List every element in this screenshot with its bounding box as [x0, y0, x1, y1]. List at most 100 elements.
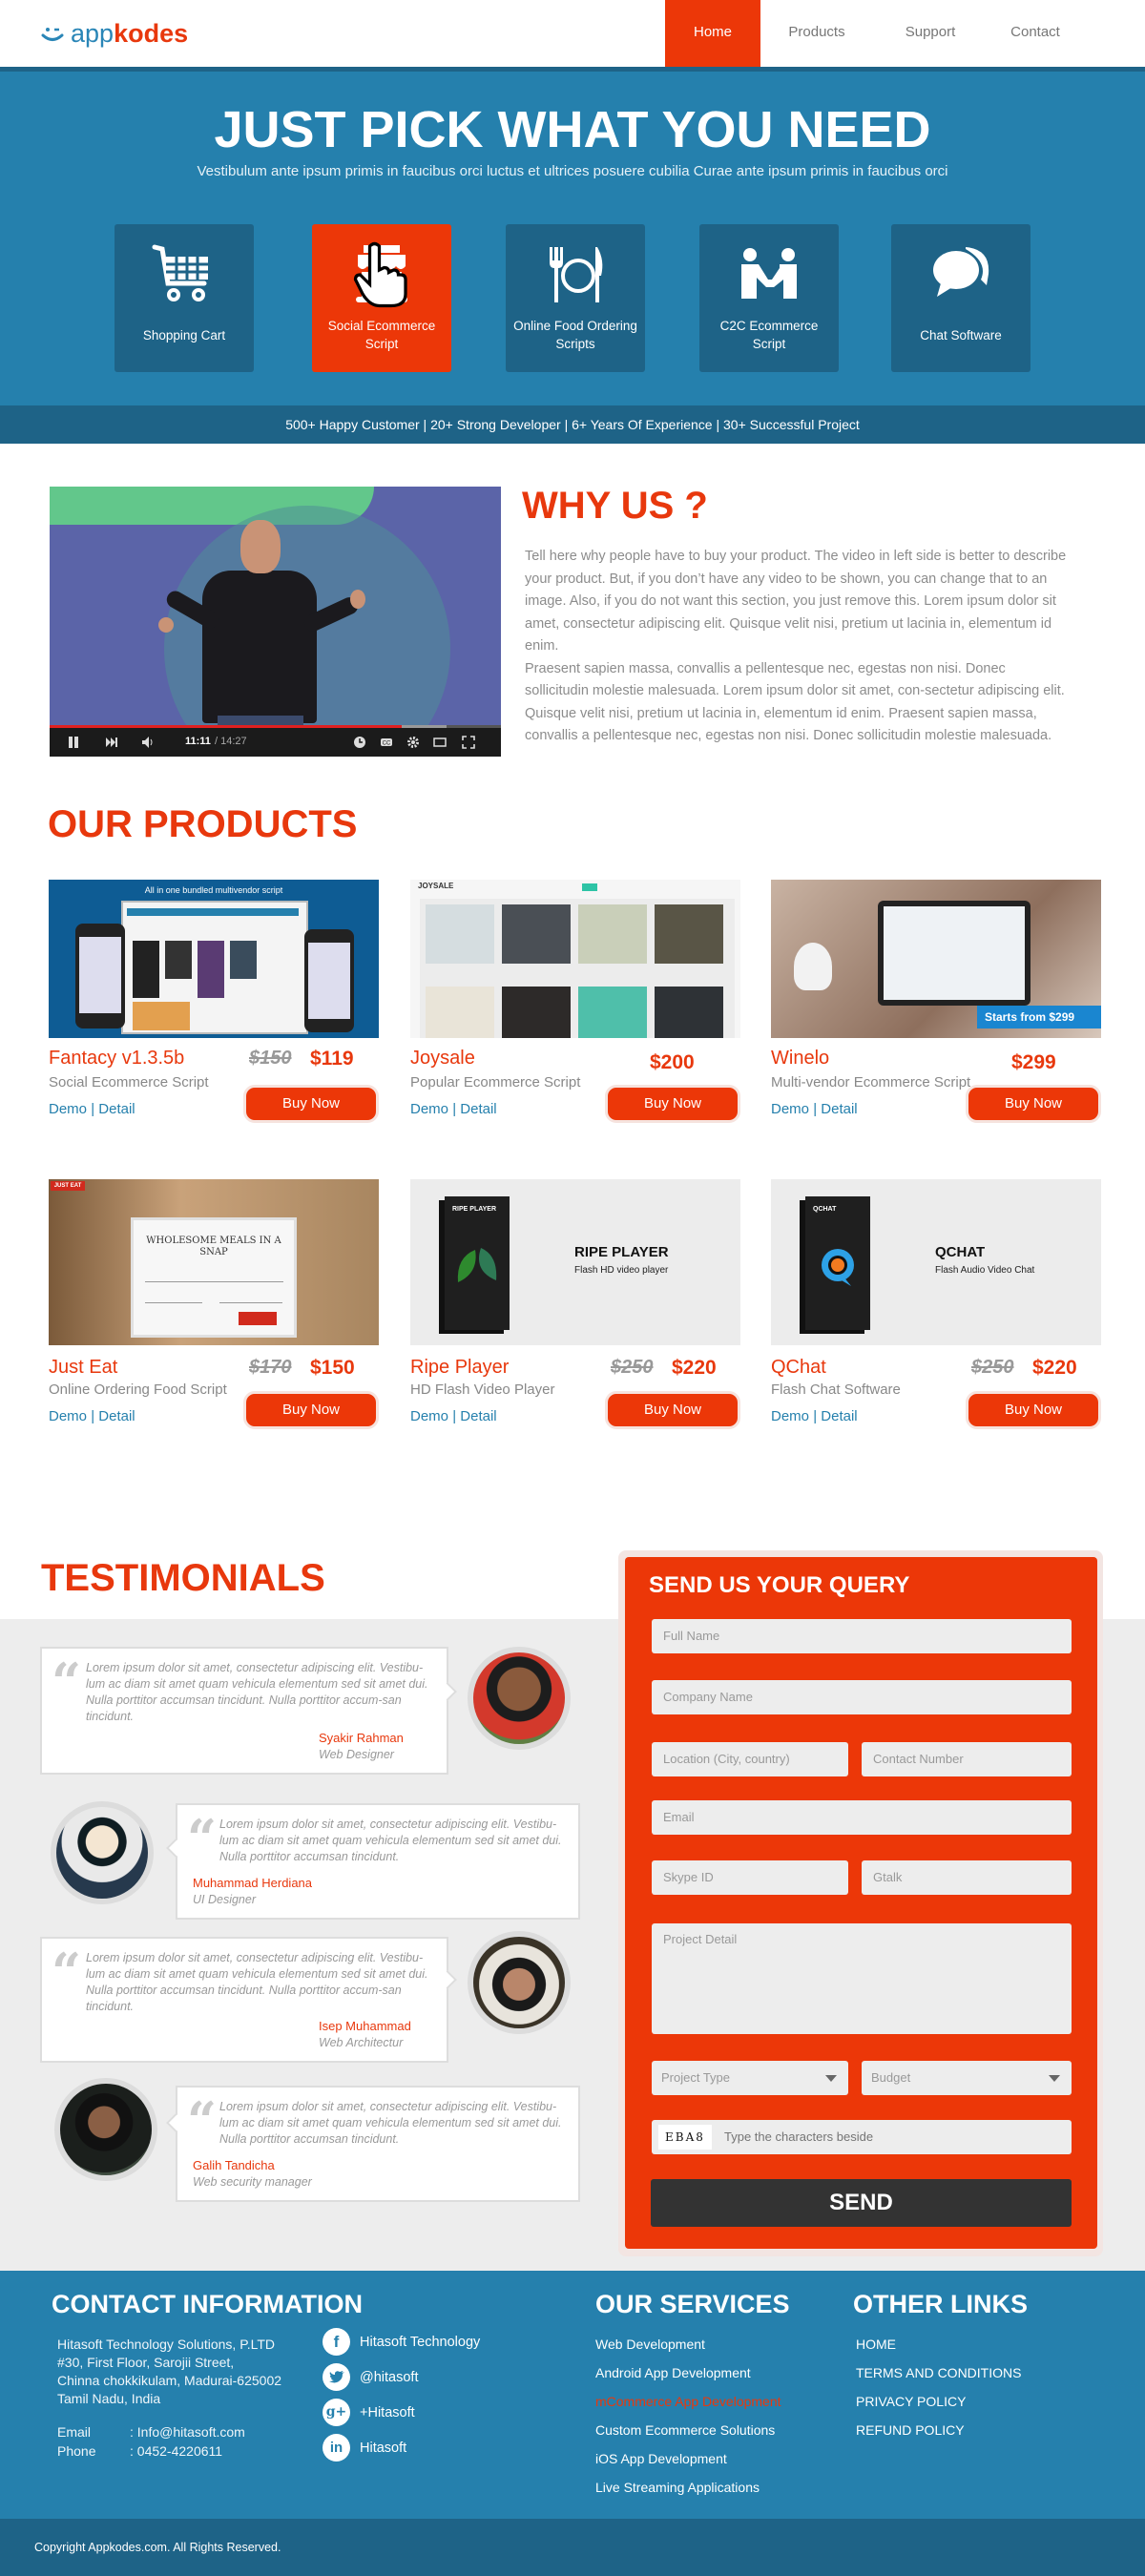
tile-social-ecommerce[interactable]: Social Ecommerce Script	[312, 224, 451, 372]
buy-now-button[interactable]: Buy Now	[966, 1391, 1101, 1429]
watch-later-icon[interactable]	[353, 736, 366, 749]
project-type-select[interactable]: Project Type	[652, 2061, 848, 2095]
budget-select[interactable]: Budget	[862, 2061, 1072, 2095]
service-link[interactable]: Custom Ecommerce Solutions	[595, 2416, 781, 2444]
service-link[interactable]: iOS App Development	[595, 2444, 781, 2473]
detail-link[interactable]: Detail	[98, 1408, 135, 1424]
social-google-plus[interactable]: g+ +Hitasoft	[323, 2399, 415, 2426]
facebook-icon: f	[323, 2328, 350, 2356]
gtalk-input[interactable]	[862, 1860, 1072, 1895]
buy-now-button[interactable]: Buy Now	[966, 1085, 1101, 1123]
tile-label: Shopping Cart	[142, 327, 226, 343]
product-name[interactable]: Just Eat	[49, 1357, 117, 1379]
avatar	[54, 2078, 157, 2181]
nav-products[interactable]: Products	[760, 0, 873, 67]
captcha-input[interactable]	[724, 2120, 1049, 2153]
link-separator: |	[813, 1101, 818, 1117]
footer-link-refund[interactable]: REFUND POLICY	[856, 2416, 1021, 2444]
tile-label: Social Ecommerce Script	[327, 319, 436, 351]
video-player[interactable]: 11:11 / 14:27 CC	[50, 487, 501, 757]
product-image[interactable]: All in one bundled multivendor script	[49, 880, 379, 1038]
product-name[interactable]: Fantacy v1.3.5b	[49, 1048, 184, 1070]
email-value[interactable]: : Info@hitasoft.com	[130, 2424, 245, 2440]
theater-mode-icon[interactable]	[433, 736, 447, 749]
qchat-logo-icon	[822, 1249, 854, 1286]
product-image-caption: WHOLESOME MEALS IN A SNAP	[146, 1236, 281, 1257]
product-image[interactable]: QCHAT QCHAT Flash Audio Video Chat	[771, 1179, 1101, 1345]
company-name-input[interactable]	[652, 1680, 1072, 1714]
product-price: $119	[310, 1048, 354, 1070]
demo-link[interactable]: Demo	[771, 1101, 809, 1117]
service-link-active[interactable]: mCommerce App Development	[595, 2387, 781, 2416]
project-detail-textarea[interactable]	[652, 1923, 1072, 2034]
chat-bubbles-icon	[933, 247, 989, 297]
footer-link-terms[interactable]: TERMS AND CONDITIONS	[856, 2358, 1021, 2387]
volume-icon[interactable]	[141, 736, 155, 749]
social-linkedin[interactable]: in Hitasoft	[323, 2434, 406, 2462]
skype-id-input[interactable]	[652, 1860, 848, 1895]
social-twitter[interactable]: @hitasoft	[323, 2363, 418, 2391]
testimonial-name: Isep Muhammad	[319, 2019, 411, 2033]
contact-number-input[interactable]	[862, 1742, 1072, 1776]
product-name[interactable]: QChat	[771, 1357, 826, 1379]
tile-c2c-ecommerce[interactable]: C2C Ecommerce Script	[699, 224, 839, 372]
settings-gear-icon[interactable]	[406, 736, 420, 749]
buy-now-button[interactable]: Buy Now	[605, 1085, 740, 1123]
detail-link[interactable]: Detail	[821, 1101, 857, 1117]
product-price: $150	[310, 1357, 355, 1379]
product-links: Demo | Detail	[49, 1408, 135, 1424]
product-old-price: $170	[249, 1357, 292, 1378]
social-facebook[interactable]: f Hitasoft Technology	[323, 2328, 480, 2356]
nav-contact[interactable]: Contact	[988, 0, 1083, 67]
logo[interactable]: app kodes	[40, 19, 188, 49]
service-link[interactable]: Live Streaming Applications	[595, 2473, 781, 2502]
video-presenter-head	[240, 520, 281, 573]
email-input[interactable]	[652, 1800, 1072, 1835]
buy-now-button[interactable]: Buy Now	[243, 1391, 379, 1429]
product-links: Demo | Detail	[410, 1101, 497, 1117]
product-links: Demo | Detail	[410, 1408, 497, 1424]
demo-link[interactable]: Demo	[49, 1408, 87, 1424]
product-image[interactable]: JOYSALE	[410, 880, 740, 1038]
demo-link[interactable]: Demo	[410, 1101, 448, 1117]
testimonial-name: Syakir Rahman	[319, 1731, 404, 1745]
product-name[interactable]: Winelo	[771, 1048, 829, 1070]
captions-icon[interactable]: CC	[380, 736, 393, 749]
address-line: Tamil Nadu, India	[57, 2391, 161, 2406]
product-mockup-form: WHOLESOME MEALS IN A SNAP	[131, 1217, 297, 1338]
send-button[interactable]: SEND	[651, 2179, 1072, 2227]
product-image[interactable]: RIPE PLAYER RIPE PLAYER Flash HD video p…	[410, 1179, 740, 1345]
fullscreen-icon[interactable]	[462, 736, 475, 749]
buy-now-button[interactable]: Buy Now	[243, 1085, 379, 1123]
footer-link-home[interactable]: HOME	[856, 2330, 1021, 2358]
detail-link[interactable]: Detail	[460, 1408, 496, 1424]
detail-link[interactable]: Detail	[460, 1101, 496, 1117]
service-link[interactable]: Web Development	[595, 2330, 781, 2358]
product-image[interactable]: Starts from $299	[771, 880, 1101, 1038]
pause-icon[interactable]	[67, 736, 80, 749]
tile-shopping-cart[interactable]: Shopping Cart	[114, 224, 254, 372]
demo-link[interactable]: Demo	[410, 1408, 448, 1424]
product-name[interactable]: Joysale	[410, 1048, 475, 1070]
video-current-time: 11:11	[185, 736, 211, 747]
buy-now-button[interactable]: Buy Now	[605, 1391, 740, 1429]
tile-chat-software[interactable]: Chat Software	[891, 224, 1030, 372]
product-name[interactable]: Ripe Player	[410, 1357, 509, 1379]
detail-link[interactable]: Detail	[821, 1408, 857, 1424]
services-list: Web Development Android App Development …	[595, 2330, 781, 2502]
full-name-input[interactable]	[652, 1619, 1072, 1653]
demo-link[interactable]: Demo	[49, 1101, 87, 1117]
nav-home[interactable]: Home	[665, 0, 760, 67]
avatar	[468, 1647, 571, 1750]
product-image-subcaption: Flash Audio Video Chat	[935, 1265, 1035, 1276]
service-link[interactable]: Android App Development	[595, 2358, 781, 2387]
footer-link-privacy[interactable]: PRIVACY POLICY	[856, 2387, 1021, 2416]
detail-link[interactable]: Detail	[98, 1101, 135, 1117]
nav-support[interactable]: Support	[873, 0, 988, 67]
contact-phone-row: Phone: 0452-4220611	[57, 2442, 222, 2461]
demo-link[interactable]: Demo	[771, 1408, 809, 1424]
next-icon[interactable]	[105, 736, 118, 749]
location-input[interactable]	[652, 1742, 848, 1776]
product-image[interactable]: JUST EAT WHOLESOME MEALS IN A SNAP	[49, 1179, 379, 1345]
tile-online-food[interactable]: Online Food Ordering Scripts	[506, 224, 645, 372]
